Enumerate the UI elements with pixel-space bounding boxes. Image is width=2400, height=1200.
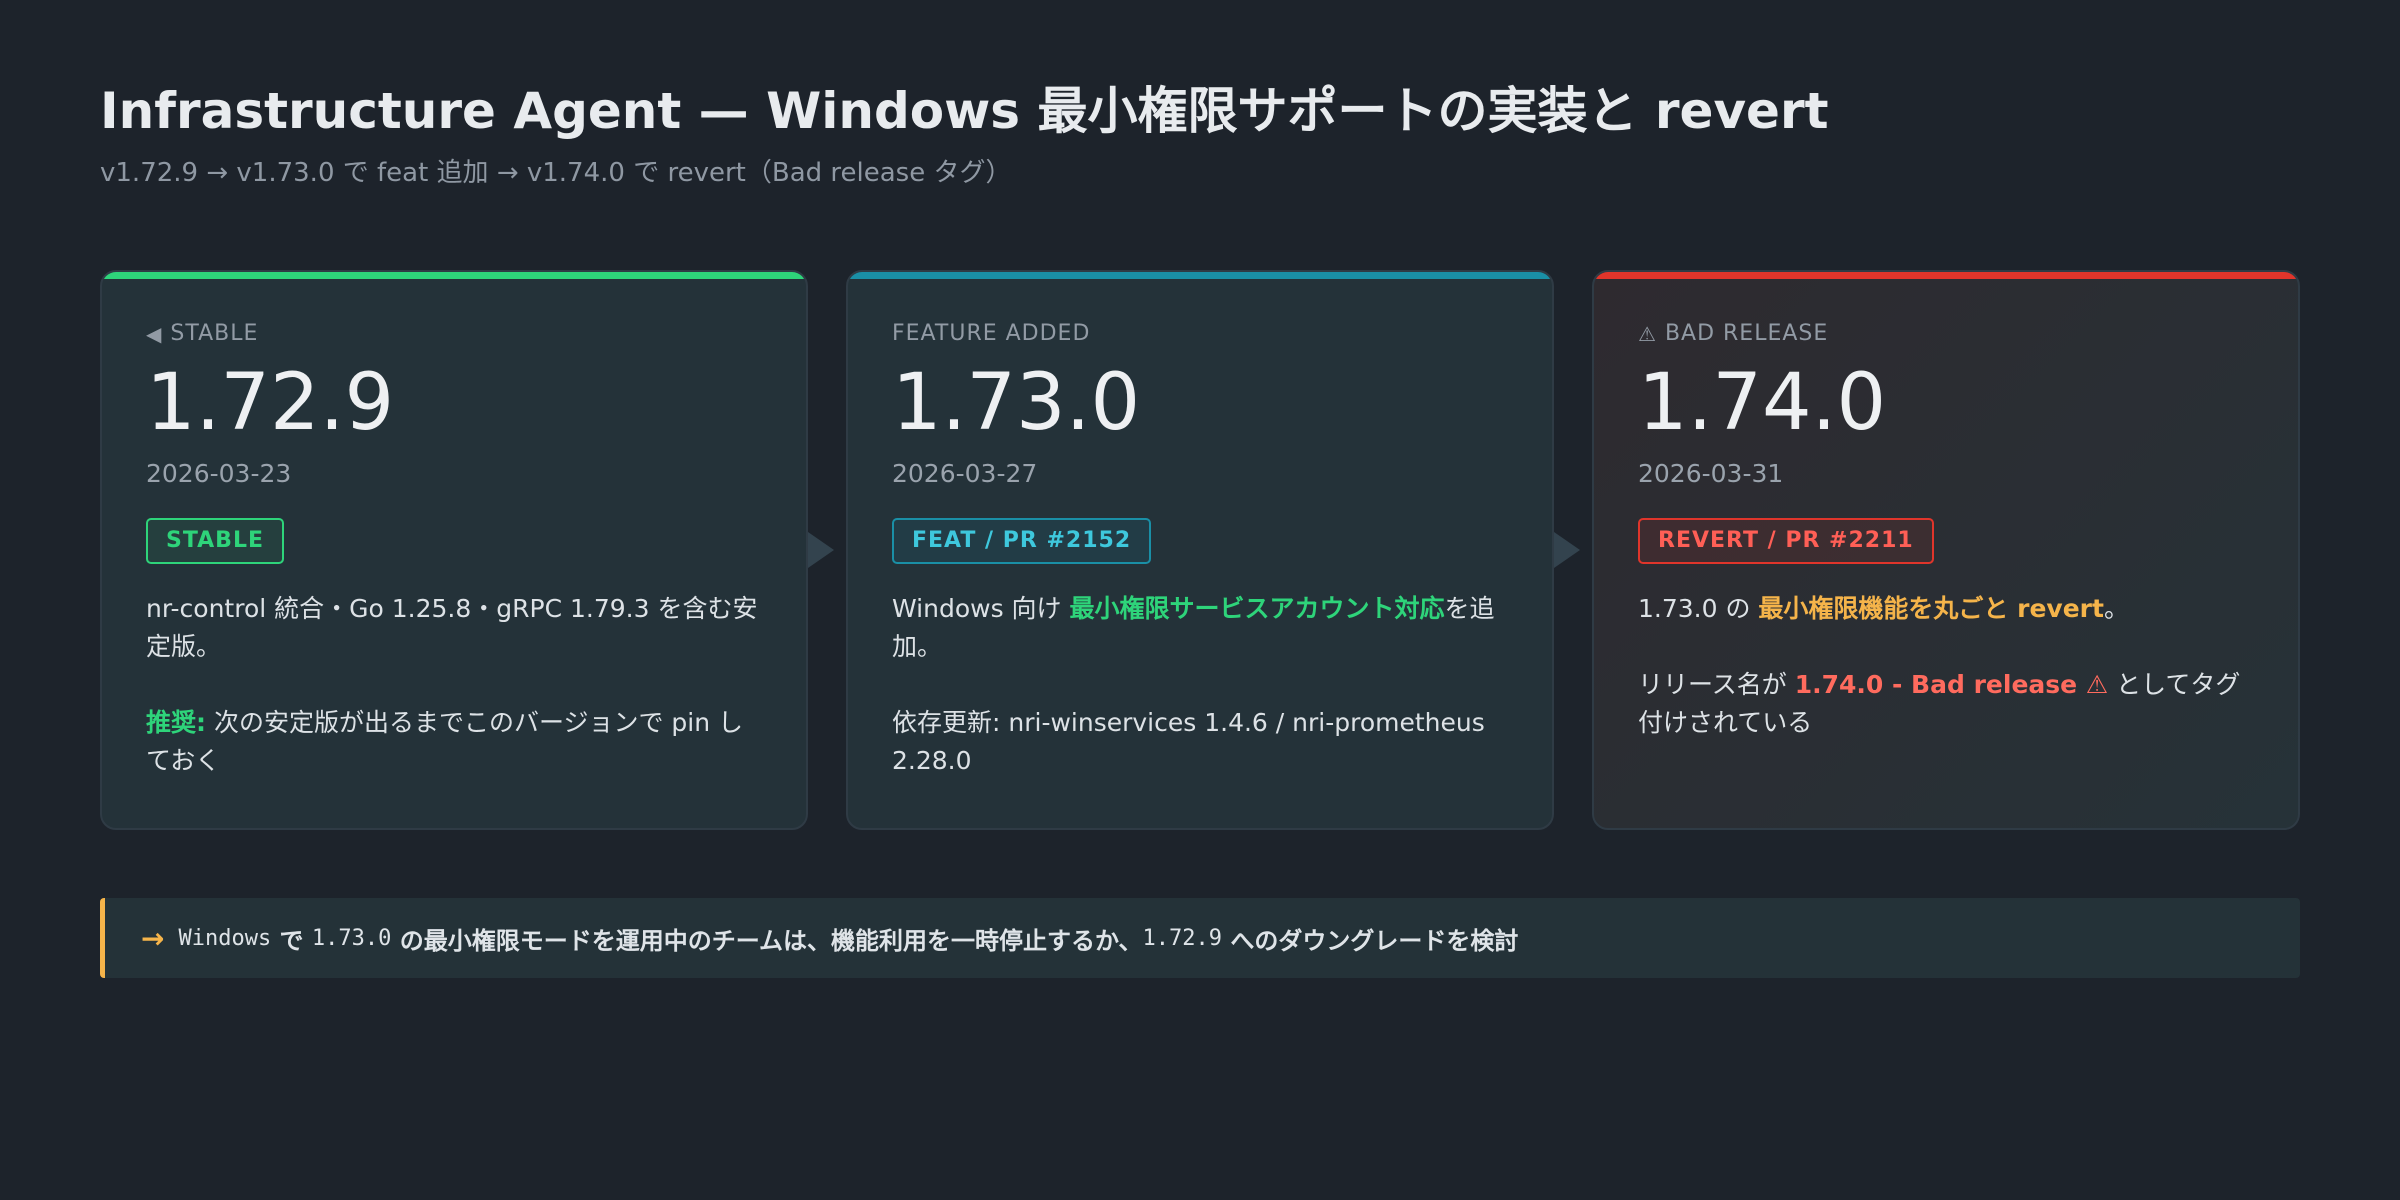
card-description: Windows 向け 最小権限サービスアカウント対応を追加。 依存更新: nri… [892, 590, 1508, 780]
card-date: 2026-03-27 [892, 459, 1038, 488]
desc-text: 。 [2103, 594, 2129, 623]
card-version: 1.73.0 [892, 358, 1141, 448]
note-text: へのダウングレードを検討 [1222, 926, 1519, 955]
card-description-main: Windows 向け 最小権限サービスアカウント対応を追加。 [892, 590, 1508, 666]
card-status: ⚠ BAD RELEASE [1638, 320, 2254, 348]
advice-callout: → Windows で 1.73.0 の最小権限モードを運用中のチームは、機能利… [100, 898, 2300, 978]
warning-icon: ⚠ [1638, 322, 1657, 346]
note-text: で [271, 926, 312, 955]
arrow-right-icon [1554, 532, 1580, 568]
highlight-bad-release: 1.74.0 - Bad release ⚠ [1794, 670, 2109, 699]
note-code: 1.72.9 [1142, 925, 1223, 951]
card-status-label: FEATURE ADDED [892, 321, 1091, 346]
desc-text: 1.73.0 の [1638, 594, 1759, 623]
triangle-left-icon: ◀ [146, 322, 163, 346]
note-text: の最小権限モードを運用中のチームは、機能利用を一時停止するか、 [391, 926, 1143, 955]
card-status: ◀ STABLE [146, 320, 762, 348]
card-description-main: 1.73.0 の 最小権限機能を丸ごと revert。 [1638, 590, 2254, 628]
status-badge: STABLE [146, 518, 284, 564]
highlight-revert: 最小権限機能を丸ごと revert [1758, 594, 2104, 623]
desc-text: Windows 向け [892, 594, 1070, 623]
card-date: 2026-03-23 [146, 459, 292, 488]
pr-badge[interactable]: FEAT / PR #2152 [892, 518, 1152, 564]
release-card-1-73-0: FEATURE ADDED 1.73.0 2026-03-27 FEAT / P… [846, 270, 1554, 830]
card-dependencies: 依存更新: nri-winservices 1.4.6 / nri-promet… [892, 708, 1485, 775]
card-date: 2026-03-31 [1638, 459, 1784, 488]
page-subtitle: v1.72.9 → v1.73.0 で feat 追加 → v1.74.0 で … [100, 158, 1012, 188]
card-version: 1.72.9 [146, 358, 395, 448]
arrow-right-icon [808, 532, 834, 568]
card-description: nr-control 統合・Go 1.25.8・gRPC 1.79.3 を含む安… [146, 590, 762, 780]
arrow-right-icon: → [141, 921, 165, 955]
page-title: Infrastructure Agent — Windows 最小権限サポートの… [100, 82, 1829, 140]
card-status-label: BAD RELEASE [1664, 321, 1829, 346]
card-description-main: nr-control 統合・Go 1.25.8・gRPC 1.79.3 を含む安… [146, 594, 758, 661]
desc-text: リリース名が [1638, 670, 1795, 699]
release-card-1-72-9: ◀ STABLE 1.72.9 2026-03-23 STABLE nr-con… [100, 270, 808, 830]
highlight-feature: 最小権限サービスアカウント対応 [1069, 594, 1445, 623]
page: Infrastructure Agent — Windows 最小権限サポートの… [0, 0, 2400, 1200]
card-version: 1.74.0 [1638, 358, 1887, 448]
card-status-label: STABLE [170, 321, 259, 346]
card-description: 1.73.0 の 最小権限機能を丸ごと revert。 リリース名が 1.74.… [1638, 590, 2254, 742]
release-card-1-74-0: ⚠ BAD RELEASE 1.74.0 2026-03-31 REVERT /… [1592, 270, 2300, 830]
card-release-name: リリース名が 1.74.0 - Bad release ⚠ としてタグ付けされて… [1638, 666, 2254, 742]
pr-badge[interactable]: REVERT / PR #2211 [1638, 518, 1934, 564]
release-timeline: ◀ STABLE 1.72.9 2026-03-23 STABLE nr-con… [100, 270, 2300, 830]
card-recommendation: 推奨: 次の安定版が出るまでこのバージョンで pin しておく [146, 704, 762, 780]
note-code: 1.73.0 [311, 925, 392, 951]
recommendation-label: 推奨: [146, 708, 206, 737]
recommendation-text: 次の安定版が出るまでこのバージョンで pin しておく [146, 708, 744, 775]
card-status: FEATURE ADDED [892, 320, 1508, 348]
note-code: Windows [178, 925, 272, 951]
